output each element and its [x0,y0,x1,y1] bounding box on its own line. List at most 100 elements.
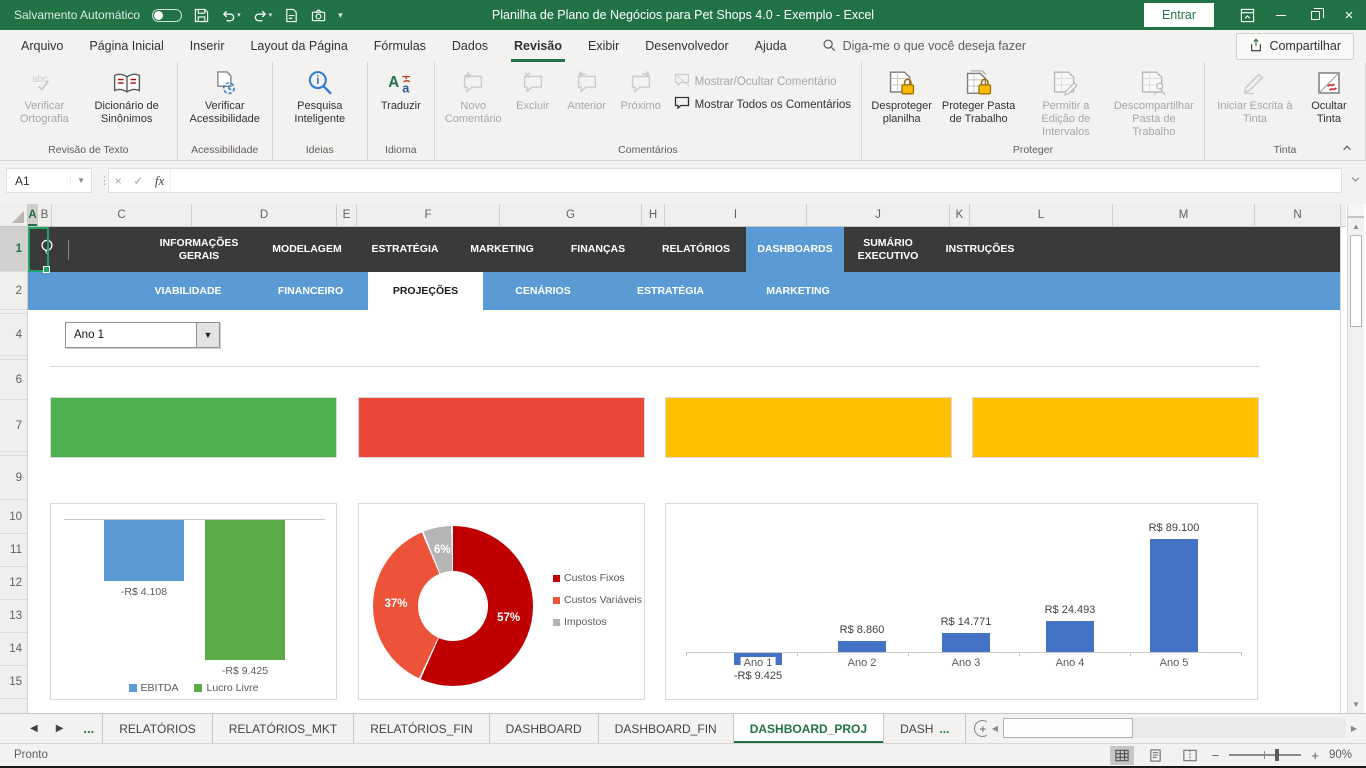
hscroll-track[interactable] [1133,718,1346,738]
column-header-k[interactable]: K [950,204,970,226]
zoom-slider[interactable] [1229,754,1301,756]
column-header-n[interactable]: N [1255,204,1341,226]
menu-tab-ajuda[interactable]: Ajuda [742,30,800,62]
minimize-button[interactable] [1264,0,1298,30]
sheet-next-icon[interactable]: ▶ [56,723,64,734]
subnav-item-marketing[interactable]: MARKETING [738,272,858,310]
name-box-dropdown-icon[interactable]: ▼ [70,176,91,185]
sheet-tab-dash[interactable]: DASH... [884,714,966,743]
row-header-6[interactable]: 6 [0,360,27,400]
row-header-9[interactable]: 9 [0,456,27,500]
tell-me-search[interactable]: Diga-me o que você deseja fazer [822,30,1026,62]
camera-icon[interactable] [311,8,326,23]
vertical-scrollbar[interactable]: ▲ ▼ [1347,204,1364,713]
subnav-item-cenarios[interactable]: CENÁRIOS [483,272,603,310]
nav-item-modelagem[interactable]: MODELAGEM [258,227,356,272]
nav-item-financas[interactable]: FINANÇAS [550,227,646,272]
insert-function-icon[interactable]: fx [155,173,164,189]
column-header-f[interactable]: F [357,204,500,226]
sheet-tab-dashboard-fin[interactable]: DASHBOARD_FIN [599,714,734,743]
sheet-tab-relatorios-mkt[interactable]: RELATÓRIOS_MKT [213,714,354,743]
column-header-j[interactable]: J [807,204,950,226]
close-button[interactable]: × [1332,0,1366,30]
row-header-12[interactable]: 12 [0,567,27,600]
nav-item-estrategia[interactable]: ESTRATÉGIA [356,227,454,272]
column-header-l[interactable]: L [970,204,1113,226]
page-layout-view-button[interactable] [1144,746,1168,765]
zoom-out-button[interactable]: − [1212,748,1220,763]
print-preview-icon[interactable] [284,8,299,23]
horizontal-scrollbar[interactable]: ◀ ▶ [987,718,1362,738]
sheet-prev-icon[interactable]: ◀ [30,723,38,734]
traduzir-button[interactable]: AaTraduzir [374,65,428,143]
verificar-acessibilidade-button[interactable]: Verificar Acessibilidade [184,65,266,143]
menu-tab-inserir[interactable]: Inserir [177,30,238,62]
proteger-pasta-de-trabalho-button[interactable]: Proteger Pasta de Trabalho [935,65,1022,143]
nav-item-sumario-executivo[interactable]: SUMÁRIO EXECUTIVO [844,227,932,272]
share-button[interactable]: Compartilhar [1236,33,1354,60]
row-header-13[interactable]: 13 [0,600,27,633]
row-header-15[interactable]: 15 [0,666,27,699]
menu-tab-arquivo[interactable]: Arquivo [8,30,76,62]
menu-tab-revisao[interactable]: Revisão [501,30,575,62]
column-header-d[interactable]: D [192,204,337,226]
menu-tab-desenvolvedor[interactable]: Desenvolvedor [632,30,741,62]
row-header-14[interactable]: 14 [0,633,27,666]
column-header-b[interactable]: B [38,204,52,226]
column-header-h[interactable]: H [642,204,665,226]
dropdown-arrow-icon[interactable]: ▼ [196,323,219,347]
restore-button[interactable] [1298,0,1332,30]
customize-qat-icon[interactable]: ▾ [338,10,343,21]
cancel-icon[interactable]: × [115,174,122,188]
nav-item-instrucoes[interactable]: INSTRUÇÕES [932,227,1028,272]
desproteger-planilha-button[interactable]: Desproteger planilha [868,65,935,143]
split-handle[interactable] [1348,204,1364,218]
mostrar-todos-os-comentarios-button[interactable]: Mostrar Todos os Comentários [674,96,851,113]
ribbon-display-options-icon[interactable] [1230,0,1264,30]
row-header-2[interactable]: 2 [0,272,27,310]
pesquisa-inteligente-button[interactable]: iPesquisa Inteligente [279,65,361,143]
hscroll-thumb[interactable] [1003,718,1133,738]
hscroll-left-icon[interactable]: ◀ [987,718,1003,738]
sheet-overflow-indicator[interactable]: ... [75,714,102,743]
sign-in-button[interactable]: Entrar [1144,3,1214,27]
column-header-e[interactable]: E [337,204,357,226]
column-header-a[interactable]: A [28,204,38,226]
row-header-4[interactable]: 4 [0,314,27,356]
sheet-tab-relatorios-fin[interactable]: RELATÓRIOS_FIN [354,714,489,743]
row-header-7[interactable]: 7 [0,400,27,452]
sheet-tab-relatorios[interactable]: RELATÓRIOS [102,714,212,743]
subnav-item-projecoes[interactable]: PROJEÇÕES [368,272,483,310]
subnav-item-financeiro[interactable]: FINANCEIRO [253,272,368,310]
subnav-item-estrategia[interactable]: ESTRATÉGIA [603,272,738,310]
nav-item-dashboards[interactable]: DASHBOARDS [746,227,844,272]
enter-icon[interactable]: ✓ [133,174,143,188]
hscroll-right-icon[interactable]: ▶ [1346,718,1362,738]
nav-item-relatorios[interactable]: RELATÓRIOS [646,227,746,272]
dicionario-de-sinonimos-button[interactable]: Dicionário de Sinônimos [83,65,171,143]
save-icon[interactable] [194,8,209,23]
autosave-toggle[interactable] [152,9,182,22]
redo-icon[interactable]: ▾ [253,8,273,23]
column-header-g[interactable]: G [500,204,642,226]
page-break-view-button[interactable] [1178,746,1202,765]
menu-tab-pagina-inicial[interactable]: Página Inicial [76,30,176,62]
zoom-in-button[interactable]: + [1311,748,1319,763]
row-header-1[interactable]: 1 [0,227,27,272]
formula-bar-expand-icon[interactable] [1350,174,1361,188]
menu-tab-layout-da-pagina[interactable]: Layout da Página [237,30,360,62]
menu-tab-formulas[interactable]: Fórmulas [361,30,439,62]
scroll-up-icon[interactable]: ▲ [1348,218,1364,235]
sheet-tab-dashboard-proj[interactable]: DASHBOARD_PROJ [734,714,884,743]
year-dropdown[interactable]: Ano 1 ▼ [65,322,220,348]
column-header-i[interactable]: I [665,204,807,226]
sheet-tab-dashboard[interactable]: DASHBOARD [490,714,599,743]
menu-tab-exibir[interactable]: Exibir [575,30,632,62]
collapse-ribbon-icon[interactable] [1338,140,1356,156]
row-header-10[interactable]: 10 [0,500,27,534]
zoom-slider-thumb[interactable] [1275,749,1279,761]
ocultar-tinta-button[interactable]: Ocultar Tinta [1299,65,1359,143]
vscroll-thumb[interactable] [1350,235,1362,327]
scroll-down-icon[interactable]: ▼ [1348,696,1364,713]
menu-tab-dados[interactable]: Dados [439,30,501,62]
